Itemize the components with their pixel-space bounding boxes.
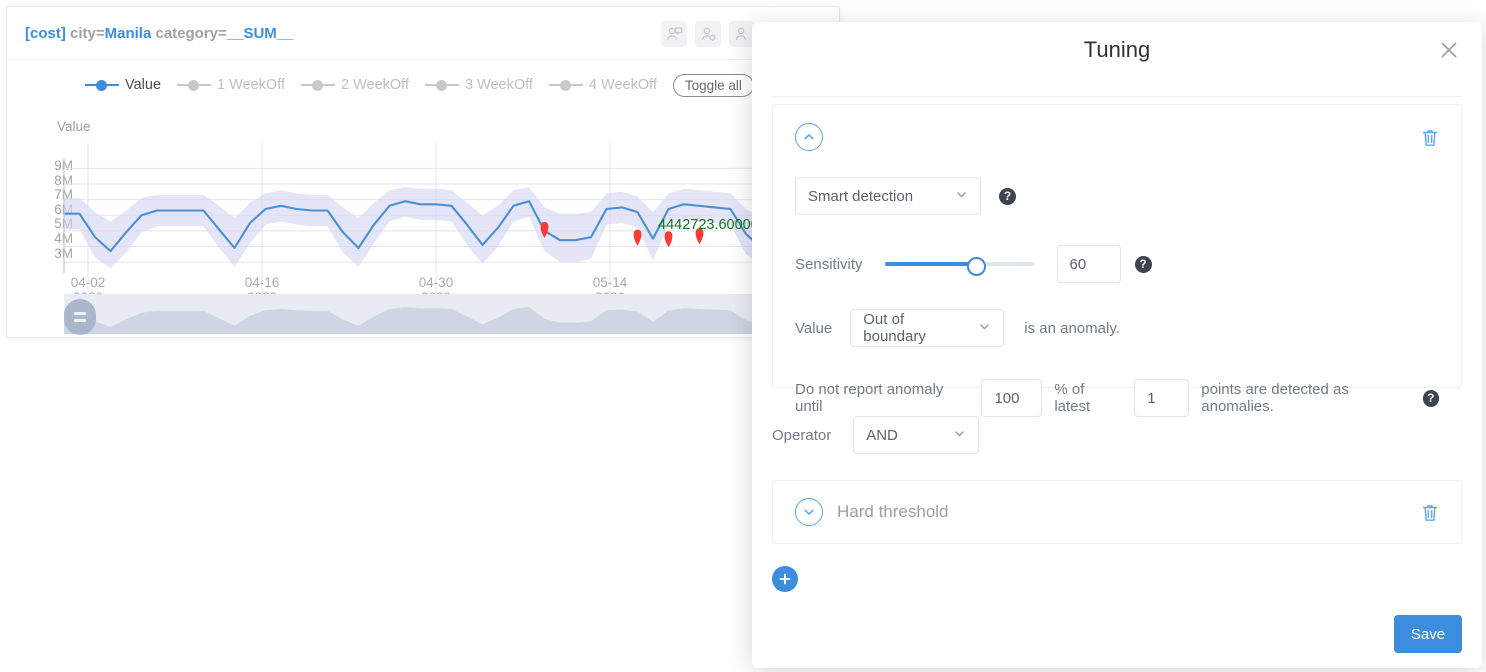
chart-card: [cost] city=Manila category=__SUM__ Valu…: [6, 6, 840, 338]
metric-dim1-key: city=: [70, 24, 105, 42]
operator-row: Operator AND: [772, 416, 1462, 454]
datazoom-preview-area: [64, 307, 839, 334]
chevron-down-icon: [953, 427, 966, 444]
legend-item-1-weekoff[interactable]: 1 WeekOff: [177, 77, 285, 93]
legend-item-label: 3 WeekOff: [464, 77, 533, 93]
chevron-down-icon: [955, 188, 968, 205]
operator-value: AND: [866, 426, 898, 444]
slider-knob[interactable]: [967, 256, 987, 276]
sensitivity-input[interactable]: 60: [1056, 245, 1121, 283]
smart-detection-card: Smart detection ? Sensitivity 60 ? Value: [772, 104, 1462, 417]
legend-item-label: 4 WeekOff: [588, 77, 657, 93]
report-percent-input[interactable]: 100: [981, 379, 1043, 417]
detection-type-help-icon[interactable]: ?: [999, 187, 1016, 205]
legend-marker-icon: [85, 79, 119, 91]
legend-item-2-weekoff[interactable]: 2 WeekOff: [300, 77, 409, 93]
page-title: Tuning: [1083, 37, 1151, 62]
value-condition-suffix: is an anomaly.: [1024, 319, 1120, 337]
chart-legend: Value 1 WeekOff 2 WeekOff 3 WeekOff 4 We…: [7, 67, 839, 103]
save-button[interactable]: Save: [1394, 615, 1462, 653]
chevron-up-icon[interactable]: [795, 123, 823, 151]
anomaly-marker-icon[interactable]: [633, 229, 642, 246]
chart-datazoom-slider[interactable]: [64, 294, 839, 334]
toggle-all-button[interactable]: Toggle all: [672, 73, 754, 97]
detection-type-row: Smart detection ?: [795, 151, 1439, 215]
metric-dim2-value: __SUM__: [226, 24, 294, 42]
handle-grip-line: [74, 319, 86, 322]
value-condition-select[interactable]: Out of boundary: [850, 309, 1005, 347]
legend-item-value[interactable]: Value: [85, 77, 161, 93]
legend-item-4-weekoff[interactable]: 4 WeekOff: [548, 77, 657, 93]
report-prefix-label: Do not report anomaly until: [795, 381, 944, 415]
legend-item-label: 1 WeekOff: [217, 77, 285, 93]
detection-type-select[interactable]: Smart detection: [795, 177, 981, 215]
delete-smart-detection-icon[interactable]: [1419, 127, 1441, 149]
hard-threshold-label: Hard threshold: [837, 502, 949, 521]
user-share-icon[interactable]: [661, 21, 687, 47]
report-points-input[interactable]: 1: [1134, 379, 1190, 417]
delete-hard-threshold-icon[interactable]: [1419, 502, 1441, 524]
chevron-down-icon[interactable]: [795, 498, 823, 526]
operator-label: Operator: [772, 426, 832, 444]
tuning-panel: Tuning Smart detection ? Sensitivity 60 …: [752, 22, 1482, 668]
metric-bracket-close: ]: [60, 24, 66, 42]
chart-header-icon-group: [661, 21, 755, 47]
legend-marker-icon: [424, 79, 459, 91]
sensitivity-label: Sensitivity: [795, 255, 863, 273]
report-mid-label: % of latest: [1054, 381, 1091, 415]
header-divider: [772, 96, 1462, 97]
value-condition-value: Out of boundary: [863, 311, 926, 345]
value-condition-row: Value Out of boundary is an anomaly.: [795, 309, 1439, 347]
operator-select[interactable]: AND: [853, 416, 980, 454]
datazoom-left-handle[interactable]: [64, 299, 96, 335]
metric-dim2-key: category=: [155, 24, 227, 42]
series-data-label: 4442723.60000: [658, 217, 759, 233]
value-label: Value: [795, 319, 833, 337]
hard-threshold-card[interactable]: Hard threshold: [772, 480, 1462, 544]
detection-type-value: Smart detection: [808, 187, 914, 205]
legend-item-label: Value: [125, 77, 162, 93]
user-settings-icon[interactable]: [695, 21, 721, 47]
sensitivity-slider[interactable]: [884, 256, 1035, 276]
report-threshold-row: Do not report anomaly until 100 % of lat…: [795, 379, 1440, 417]
metric-dim1-value: Manila: [104, 24, 152, 42]
metric-measure: cost: [30, 24, 61, 42]
legend-marker-icon: [548, 79, 583, 91]
tuning-panel-header: Tuning: [752, 22, 1482, 78]
legend-item-label: 2 WeekOff: [340, 77, 409, 93]
legend-item-3-weekoff[interactable]: 3 WeekOff: [424, 77, 533, 93]
anomaly-marker-icon[interactable]: [664, 231, 673, 248]
report-suffix-label: points are detected as anomalies.: [1201, 381, 1349, 415]
add-condition-button[interactable]: [772, 566, 798, 592]
tuning-panel-body: Smart detection ? Sensitivity 60 ? Value: [752, 104, 1482, 592]
sensitivity-help-icon[interactable]: ?: [1134, 255, 1152, 273]
legend-marker-icon: [300, 79, 335, 91]
slider-fill: [884, 262, 975, 266]
report-help-icon[interactable]: ?: [1422, 389, 1440, 407]
sensitivity-row: Sensitivity 60 ?: [795, 245, 1439, 283]
chevron-down-icon: [978, 320, 991, 337]
handle-grip-line: [74, 312, 86, 315]
close-icon[interactable]: [1438, 39, 1460, 61]
y-axis-name: Value: [57, 119, 91, 134]
metric-title: [cost] city=Manila category=__SUM__: [25, 26, 293, 41]
legend-marker-icon: [177, 79, 212, 91]
chart-card-header: [cost] city=Manila category=__SUM__: [7, 7, 839, 60]
